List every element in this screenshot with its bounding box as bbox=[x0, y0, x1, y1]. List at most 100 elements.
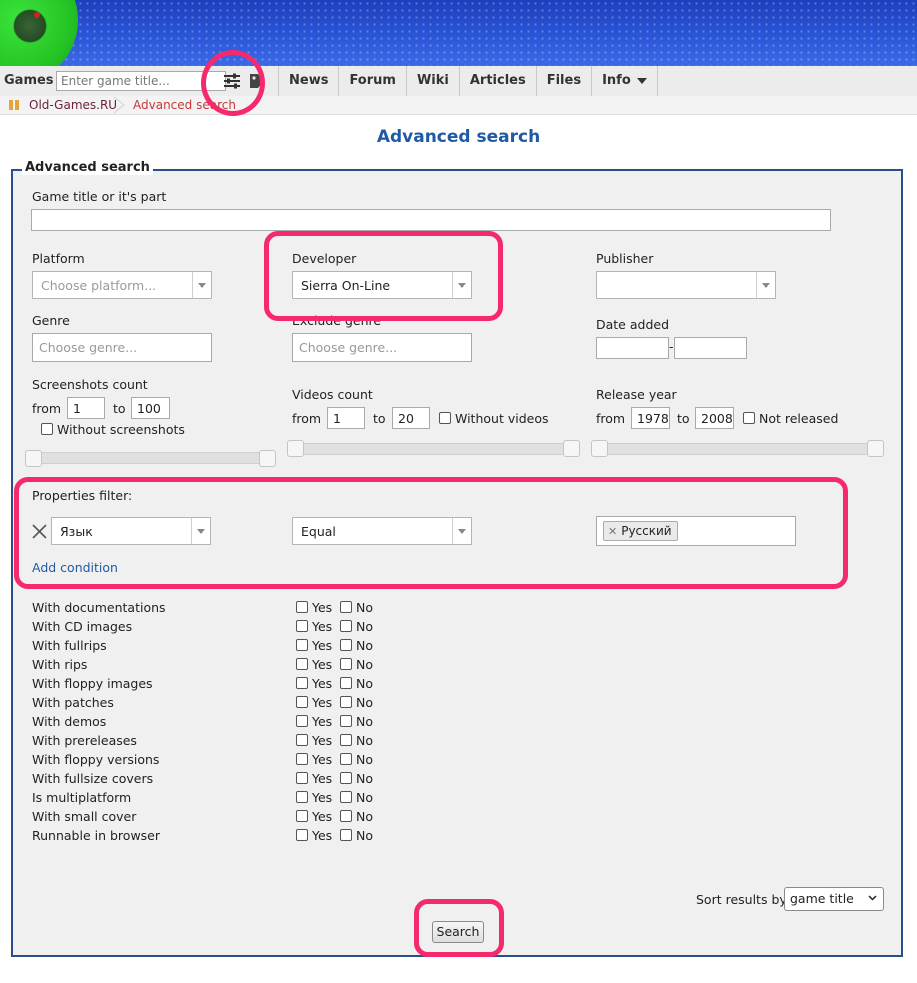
menu-news[interactable]: News bbox=[278, 66, 338, 96]
not-released-label: Not released bbox=[759, 411, 839, 426]
option-yes-checkbox[interactable] bbox=[296, 829, 308, 841]
option-label: With floppy images bbox=[32, 676, 153, 691]
screenshots-to-input[interactable]: 100 bbox=[131, 397, 170, 419]
without-videos-label: Without videos bbox=[455, 411, 549, 426]
release-year-slider-max-handle[interactable] bbox=[867, 440, 884, 457]
not-released-checkbox[interactable] bbox=[743, 412, 755, 424]
option-no-label: No bbox=[356, 714, 373, 729]
option-no-checkbox[interactable] bbox=[340, 753, 352, 765]
banner-logo-dot bbox=[34, 12, 40, 18]
option-yes-checkbox[interactable] bbox=[296, 696, 308, 708]
option-no-checkbox[interactable] bbox=[340, 696, 352, 708]
option-label: With floppy versions bbox=[32, 752, 160, 767]
without-screenshots-checkbox[interactable] bbox=[41, 423, 53, 435]
breadcrumb: Old-Games.RU Advanced search bbox=[0, 96, 917, 115]
option-no-checkbox[interactable] bbox=[340, 791, 352, 803]
form-legend: Advanced search bbox=[22, 160, 153, 175]
option-yes-label: Yes bbox=[312, 638, 333, 653]
option-yes-label: Yes bbox=[312, 676, 333, 691]
option-yes-label: Yes bbox=[312, 828, 333, 843]
date-range-dash: - bbox=[669, 339, 674, 354]
menu-info[interactable]: Info bbox=[591, 66, 658, 96]
publisher-select[interactable] bbox=[596, 271, 776, 299]
option-yes-checkbox[interactable] bbox=[296, 601, 308, 613]
highlight-properties-filter bbox=[14, 477, 848, 589]
menu-articles[interactable]: Articles bbox=[458, 66, 536, 96]
option-label: With rips bbox=[32, 657, 88, 672]
option-yes-checkbox[interactable] bbox=[296, 658, 308, 670]
option-yes-checkbox[interactable] bbox=[296, 620, 308, 632]
menu-files[interactable]: Files bbox=[535, 66, 591, 96]
date-added-to[interactable] bbox=[674, 337, 747, 359]
videos-from-input[interactable]: 1 bbox=[327, 407, 365, 429]
page-title: Advanced search bbox=[376, 127, 541, 147]
option-yes-checkbox[interactable] bbox=[296, 753, 308, 765]
screenshots-from-input[interactable]: 1 bbox=[67, 397, 105, 419]
option-yes-label: Yes bbox=[312, 714, 333, 729]
screenshots-slider-min-handle[interactable] bbox=[25, 450, 42, 467]
release-year-from-label: from bbox=[596, 411, 626, 426]
without-videos-checkbox[interactable] bbox=[439, 412, 451, 424]
videos-slider[interactable] bbox=[288, 443, 580, 455]
option-no-checkbox[interactable] bbox=[340, 810, 352, 822]
screenshots-slider[interactable] bbox=[26, 452, 276, 464]
highlight-developer bbox=[264, 231, 503, 321]
option-label: With fullsize covers bbox=[32, 771, 154, 786]
option-no-checkbox[interactable] bbox=[340, 620, 352, 632]
date-added-from[interactable] bbox=[596, 337, 669, 359]
caret-down-icon bbox=[636, 77, 647, 84]
option-yes-label: Yes bbox=[312, 657, 333, 672]
option-yes-checkbox[interactable] bbox=[296, 677, 308, 689]
option-no-checkbox[interactable] bbox=[340, 677, 352, 689]
game-title-input[interactable] bbox=[31, 209, 831, 231]
option-no-checkbox[interactable] bbox=[340, 658, 352, 670]
release-year-from-input[interactable]: 1978 bbox=[631, 407, 670, 429]
option-yes-checkbox[interactable] bbox=[296, 810, 308, 822]
screenshots-label: Screenshots count bbox=[32, 377, 148, 392]
videos-to-input[interactable]: 20 bbox=[392, 407, 430, 429]
option-yes-label: Yes bbox=[312, 771, 333, 786]
option-yes-checkbox[interactable] bbox=[296, 772, 308, 784]
option-no-checkbox[interactable] bbox=[340, 715, 352, 727]
platform-select[interactable]: Choose platform... bbox=[32, 271, 212, 299]
sort-select[interactable]: game title bbox=[784, 887, 884, 911]
release-year-slider-min-handle[interactable] bbox=[591, 440, 608, 457]
top-nav: Games News Forum Wiki Articles Files Inf… bbox=[0, 66, 917, 97]
option-no-checkbox[interactable] bbox=[340, 734, 352, 746]
option-yes-label: Yes bbox=[312, 619, 333, 634]
option-yes-label: Yes bbox=[312, 733, 333, 748]
sort-label: Sort results by bbox=[696, 892, 787, 907]
exclude-genre-input[interactable] bbox=[292, 333, 472, 362]
option-label: With patches bbox=[32, 695, 114, 710]
option-label: Is multiplatform bbox=[32, 790, 132, 805]
option-no-label: No bbox=[356, 657, 373, 672]
breadcrumb-home[interactable]: Old-Games.RU bbox=[29, 98, 117, 112]
menu-wiki[interactable]: Wiki bbox=[405, 66, 459, 96]
option-no-checkbox[interactable] bbox=[340, 601, 352, 613]
option-yes-checkbox[interactable] bbox=[296, 639, 308, 651]
release-year-slider[interactable] bbox=[592, 443, 884, 455]
menu-forum[interactable]: Forum bbox=[338, 66, 406, 96]
highlight-search-button bbox=[414, 899, 504, 957]
videos-slider-min-handle[interactable] bbox=[287, 440, 304, 457]
option-yes-checkbox[interactable] bbox=[296, 734, 308, 746]
genre-label: Genre bbox=[32, 313, 70, 328]
option-label: With documentations bbox=[32, 600, 166, 615]
option-no-label: No bbox=[356, 600, 373, 615]
option-yes-checkbox[interactable] bbox=[296, 791, 308, 803]
option-yes-checkbox[interactable] bbox=[296, 715, 308, 727]
sort-value: game title bbox=[790, 891, 854, 906]
option-no-label: No bbox=[356, 695, 373, 710]
menu-info-label: Info bbox=[602, 73, 631, 88]
option-no-label: No bbox=[356, 676, 373, 691]
videos-to-label: to bbox=[373, 411, 386, 426]
release-year-label: Release year bbox=[596, 387, 677, 402]
option-no-checkbox[interactable] bbox=[340, 639, 352, 651]
genre-input[interactable] bbox=[32, 333, 212, 362]
option-no-checkbox[interactable] bbox=[340, 829, 352, 841]
videos-slider-max-handle[interactable] bbox=[563, 440, 580, 457]
screenshots-slider-max-handle[interactable] bbox=[259, 450, 276, 467]
release-year-to-input[interactable]: 2008 bbox=[695, 407, 734, 429]
option-yes-label: Yes bbox=[312, 790, 333, 805]
option-no-checkbox[interactable] bbox=[340, 772, 352, 784]
